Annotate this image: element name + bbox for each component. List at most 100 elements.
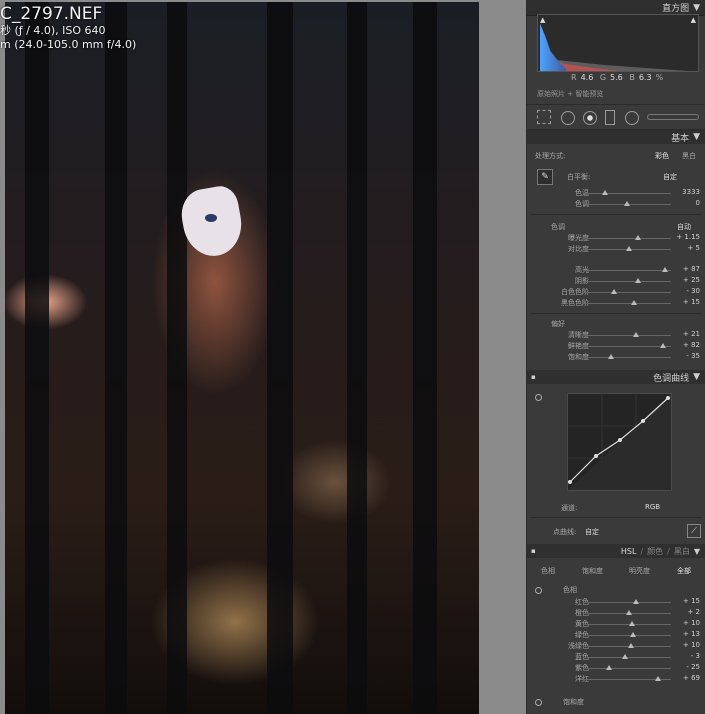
- collapse-triangle-icon[interactable]: ▼: [693, 372, 700, 382]
- slider-row[interactable]: 浅绿色 + 10: [527, 641, 705, 652]
- slider-track[interactable]: [583, 193, 671, 194]
- slider-value[interactable]: + 82: [683, 341, 700, 349]
- red-eye-icon[interactable]: [583, 111, 597, 125]
- slider-row[interactable]: 曝光度 + 1.15: [527, 233, 705, 244]
- tone-curve-section-header[interactable]: ▪ 色调曲线 ▼: [527, 370, 705, 384]
- slider-knob[interactable]: [660, 343, 667, 348]
- point-curve-select[interactable]: 自定: [585, 527, 599, 537]
- slider-value[interactable]: - 25: [686, 663, 700, 671]
- slider-value[interactable]: 3333: [682, 188, 700, 196]
- curve-point[interactable]: [594, 454, 598, 458]
- slider-row[interactable]: 色调 0: [527, 199, 705, 210]
- target-adjust-icon[interactable]: [535, 587, 542, 594]
- slider-track[interactable]: [583, 346, 671, 347]
- slider-knob[interactable]: [610, 289, 617, 294]
- slider-row[interactable]: 蓝色 - 3: [527, 652, 705, 663]
- slider-knob[interactable]: [631, 300, 638, 305]
- slider-value[interactable]: + 21: [683, 330, 700, 338]
- slider-row[interactable]: 红色 + 15: [527, 597, 705, 608]
- slider-knob[interactable]: [602, 190, 608, 195]
- hsl-section-header[interactable]: ▪ HSL / 颜色 / 黑白 ▼: [527, 544, 705, 558]
- histogram-graph[interactable]: ▲ ▲: [537, 14, 699, 72]
- slider-knob[interactable]: [625, 246, 632, 251]
- slider-value[interactable]: - 35: [686, 352, 700, 360]
- tone-curve-graph[interactable]: [567, 393, 672, 491]
- slider-knob[interactable]: [634, 278, 641, 283]
- slider-knob[interactable]: [632, 332, 639, 337]
- curve-point[interactable]: [666, 396, 670, 400]
- slider-row[interactable]: 黄色 + 10: [527, 619, 705, 630]
- slider-knob[interactable]: [632, 599, 639, 604]
- target-adjust-icon[interactable]: [535, 394, 542, 401]
- slider-knob[interactable]: [628, 643, 635, 648]
- slider-track[interactable]: [583, 668, 671, 669]
- slider-track[interactable]: [583, 602, 671, 603]
- slider-knob[interactable]: [661, 267, 668, 272]
- slider-track[interactable]: [583, 270, 671, 271]
- crop-icon[interactable]: [537, 110, 551, 124]
- slider-knob[interactable]: [634, 235, 641, 240]
- auto-tone-button[interactable]: 自动: [677, 222, 691, 232]
- slider-row[interactable]: 黑色色阶 + 15: [527, 298, 705, 309]
- slider-row[interactable]: 白色色阶 - 30: [527, 287, 705, 298]
- slider-row[interactable]: 饱和度 - 35: [527, 352, 705, 363]
- eyedropper-icon[interactable]: ✎: [537, 169, 553, 185]
- curve-point[interactable]: [641, 419, 645, 423]
- slider-value[interactable]: + 10: [683, 641, 700, 649]
- slider-value[interactable]: + 10: [683, 619, 700, 627]
- slider-value[interactable]: + 15: [683, 597, 700, 605]
- slider-knob[interactable]: [630, 632, 637, 637]
- slider-row[interactable]: 阴影 + 25: [527, 276, 705, 287]
- photo-preview[interactable]: [5, 2, 479, 714]
- slider-track[interactable]: [583, 292, 671, 293]
- treatment-color-option[interactable]: 彩色: [655, 151, 669, 161]
- slider-row[interactable]: 紫色 - 25: [527, 663, 705, 674]
- slider-value[interactable]: + 15: [683, 298, 700, 306]
- collapse-triangle-icon[interactable]: ▼: [694, 547, 700, 556]
- panel-switch-icon[interactable]: ▪: [531, 373, 536, 381]
- panel-switch-icon[interactable]: ▪: [531, 547, 536, 555]
- slider-track[interactable]: [583, 646, 671, 647]
- slider-value[interactable]: + 5: [687, 244, 700, 252]
- curve-point[interactable]: [568, 480, 572, 484]
- graduated-filter-icon[interactable]: [605, 110, 615, 125]
- slider-value[interactable]: + 2: [687, 608, 700, 616]
- slider-track[interactable]: [583, 281, 671, 282]
- slider-row[interactable]: 高光 + 87: [527, 265, 705, 276]
- radial-filter-icon[interactable]: [625, 111, 639, 125]
- tab-color[interactable]: 颜色: [647, 546, 663, 557]
- slider-row[interactable]: 绿色 + 13: [527, 630, 705, 641]
- wb-select[interactable]: 自定: [663, 172, 677, 182]
- slider-value[interactable]: + 13: [683, 630, 700, 638]
- slider-track[interactable]: [583, 635, 671, 636]
- slider-knob[interactable]: [654, 676, 661, 681]
- slider-track[interactable]: [583, 238, 671, 239]
- basic-section-header[interactable]: 基本 ▼: [527, 130, 705, 144]
- subtab-saturation[interactable]: 饱和度: [582, 566, 603, 576]
- slider-row[interactable]: 色温 3333: [527, 188, 705, 199]
- slider-value[interactable]: + 69: [683, 674, 700, 682]
- brush-icon[interactable]: [647, 114, 699, 120]
- subtab-luminance[interactable]: 明亮度: [629, 566, 650, 576]
- edit-curve-icon[interactable]: ⟋: [687, 524, 701, 538]
- slider-value[interactable]: + 1.15: [676, 233, 700, 241]
- tab-hsl[interactable]: HSL: [621, 547, 637, 556]
- slider-knob[interactable]: [622, 654, 629, 659]
- treatment-bw-option[interactable]: 黑白: [682, 151, 696, 161]
- highlight-clipping-icon[interactable]: ▲: [691, 16, 696, 24]
- slider-knob[interactable]: [629, 621, 636, 626]
- slider-track[interactable]: [583, 335, 671, 336]
- shadow-clipping-icon[interactable]: ▲: [540, 16, 545, 24]
- slider-value[interactable]: - 3: [691, 652, 700, 660]
- slider-row[interactable]: 鲜艳度 + 82: [527, 341, 705, 352]
- collapse-triangle-icon[interactable]: ▼: [693, 3, 700, 13]
- slider-track[interactable]: [583, 624, 671, 625]
- target-adjust-icon[interactable]: [535, 699, 542, 706]
- slider-knob[interactable]: [625, 610, 632, 615]
- slider-row[interactable]: 洋红 + 69: [527, 674, 705, 685]
- subtab-all[interactable]: 全部: [677, 566, 691, 576]
- curve-point[interactable]: [618, 438, 622, 442]
- slider-knob[interactable]: [608, 354, 615, 359]
- slider-row[interactable]: 对比度 + 5: [527, 244, 705, 255]
- slider-knob[interactable]: [624, 201, 630, 206]
